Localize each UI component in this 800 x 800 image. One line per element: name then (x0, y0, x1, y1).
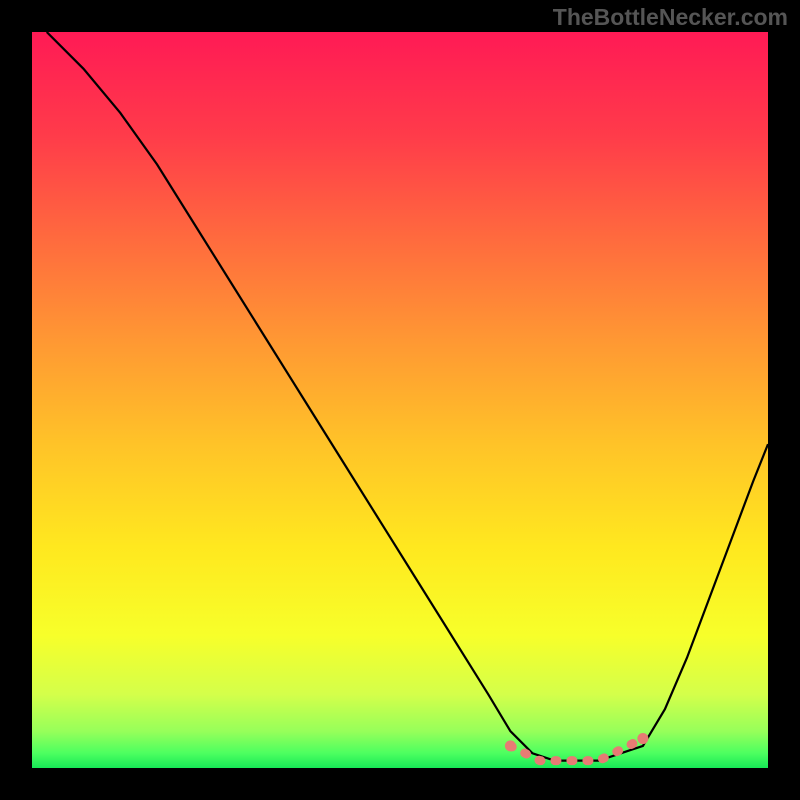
chart-container: TheBottleNecker.com (0, 0, 800, 800)
plot-area (32, 32, 768, 768)
optimal-zone-dots (32, 32, 768, 768)
watermark-text: TheBottleNecker.com (553, 4, 788, 31)
